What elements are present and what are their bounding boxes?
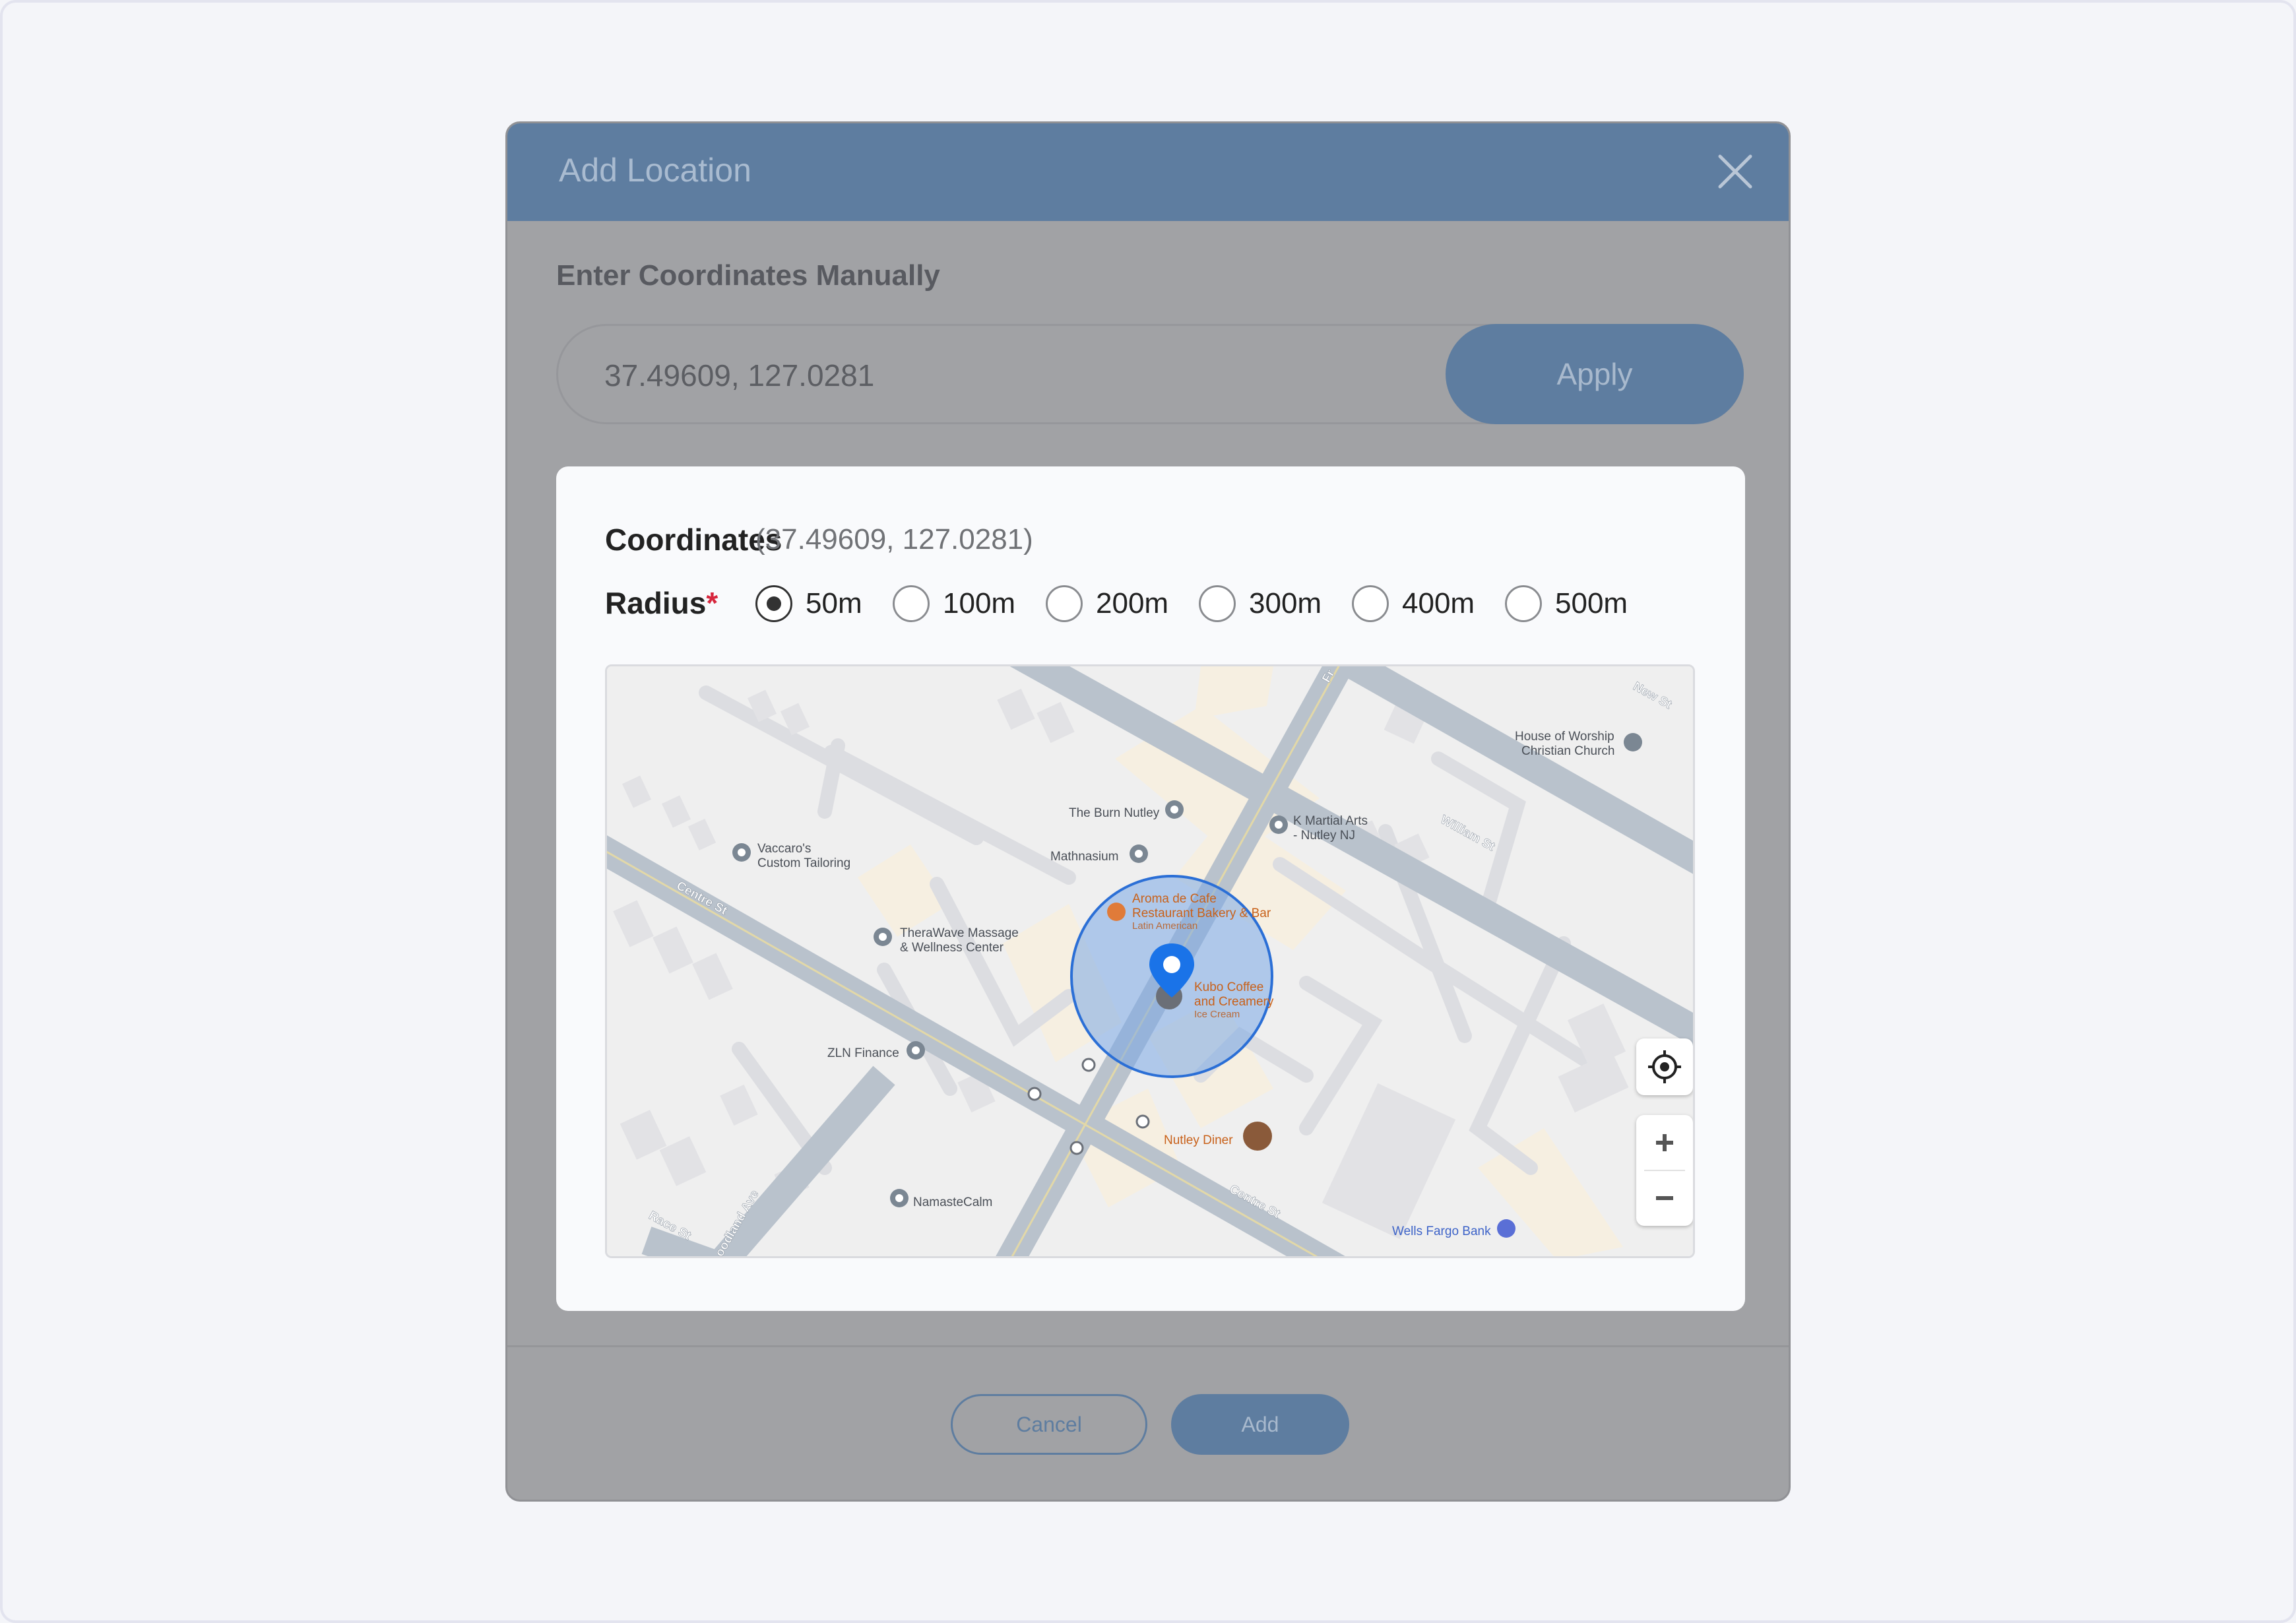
radius-option-100m[interactable]: 100m: [893, 584, 1015, 623]
place-label: TheraWave Massage: [900, 926, 1019, 940]
required-mark: *: [706, 586, 718, 620]
add-button[interactable]: Add: [1171, 1394, 1349, 1455]
location-card: Coordinates (37.49609, 127.0281) Radius*…: [556, 466, 1745, 1311]
manual-entry-label: Enter Coordinates Manually: [556, 259, 940, 292]
my-location-button[interactable]: [1636, 1038, 1693, 1095]
radius-option-50m[interactable]: 50m: [755, 584, 862, 623]
zoom-out-button[interactable]: [1636, 1170, 1693, 1226]
radio-button[interactable]: [893, 585, 930, 622]
radio-button[interactable]: [1046, 585, 1083, 622]
radius-option-500m[interactable]: 500m: [1505, 584, 1628, 623]
radius-option-label: 500m: [1555, 587, 1628, 620]
place-label: The Burn Nutley: [1069, 806, 1160, 820]
radius-option-label: 100m: [943, 587, 1016, 620]
place-label: NamasteCalm: [913, 1195, 992, 1209]
radius-label-text: Radius: [605, 586, 707, 620]
radius-option-label: 50m: [806, 587, 862, 620]
place-label: House of Worship: [1515, 730, 1614, 744]
radius-label: Radius*: [605, 585, 718, 621]
zoom-in-button[interactable]: [1636, 1115, 1693, 1170]
place-label: - Nutley NJ: [1293, 829, 1355, 843]
radius-option-label: 400m: [1402, 587, 1475, 620]
radius-option-200m[interactable]: 200m: [1046, 584, 1168, 623]
radius-option-400m[interactable]: 400m: [1352, 584, 1475, 623]
plus-icon: [1656, 1134, 1673, 1151]
close-button[interactable]: [1713, 150, 1757, 193]
radius-option-label: 300m: [1249, 587, 1322, 620]
minus-icon: [1656, 1196, 1673, 1200]
crosshair-icon: [1648, 1050, 1681, 1083]
church-icon: [1624, 733, 1642, 751]
radio-button[interactable]: [1505, 585, 1542, 622]
place-label: Mathnasium: [1050, 850, 1119, 864]
coordinates-input[interactable]: [604, 352, 1396, 398]
place-label: Nutley Diner: [1164, 1133, 1233, 1147]
place-label: Kubo Coffee: [1194, 980, 1263, 994]
radius-option-300m[interactable]: 300m: [1199, 584, 1322, 623]
place-label: Restaurant Bakery & Bar: [1132, 907, 1271, 920]
radio-button[interactable]: [1352, 585, 1389, 622]
photo-icon: [1243, 1122, 1272, 1151]
place-label: Aroma de Cafe: [1132, 892, 1217, 906]
place-label: Vaccaro's: [757, 842, 811, 856]
restaurant-icon: [1107, 903, 1126, 921]
close-icon: [1718, 154, 1752, 189]
radio-button[interactable]: [1199, 585, 1236, 622]
dialog-title: Add Location: [559, 152, 751, 189]
zoom-controls: [1636, 1115, 1693, 1226]
add-location-dialog: Add Location Enter Coordinates Manually …: [505, 121, 1791, 1502]
cancel-button[interactable]: Cancel: [951, 1394, 1147, 1455]
bank-icon: [1497, 1219, 1515, 1238]
place-label: and Creamery: [1194, 995, 1274, 1009]
place-label: K Martial Arts: [1293, 814, 1368, 828]
footer-divider: [507, 1345, 1789, 1347]
place-label: Custom Tailoring: [757, 856, 850, 870]
coordinates-value: (37.49609, 127.0281): [755, 523, 1033, 556]
radius-option-label: 200m: [1096, 587, 1169, 620]
map-view[interactable]: The Burn Nutley Mathnasium K Martial Art…: [605, 664, 1695, 1258]
place-label: Christian Church: [1521, 744, 1615, 758]
map-canvas[interactable]: The Burn Nutley Mathnasium K Martial Art…: [607, 666, 1695, 1258]
radio-button[interactable]: [755, 585, 792, 622]
dialog-header: Add Location: [507, 123, 1789, 221]
place-sublabel: Ice Cream: [1194, 1009, 1240, 1020]
place-label: Wells Fargo Bank: [1392, 1225, 1491, 1238]
place-label: ZLN Finance: [827, 1046, 899, 1060]
place-label: & Wellness Center: [900, 941, 1004, 955]
apply-button[interactable]: Apply: [1446, 324, 1744, 424]
place-sublabel: Latin American: [1132, 920, 1197, 932]
